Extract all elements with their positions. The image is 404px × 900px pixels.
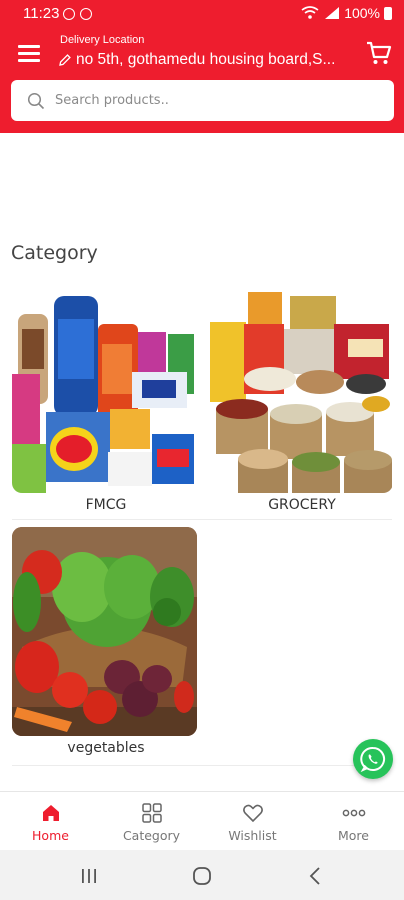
notification-icon xyxy=(80,8,92,20)
cart-icon[interactable] xyxy=(366,40,392,66)
battery-icon xyxy=(384,6,392,20)
vegetables-product-image xyxy=(12,527,197,736)
recent-apps-icon[interactable] xyxy=(80,867,98,885)
menu-icon[interactable] xyxy=(18,43,42,63)
signal-icon xyxy=(325,7,340,19)
search-bar[interactable] xyxy=(11,80,394,121)
row-divider xyxy=(12,519,392,520)
delivery-address: no 5th, gothamedu housing board,S... xyxy=(76,51,336,68)
category-card-vegetables[interactable]: vegetables xyxy=(12,527,200,756)
nav-item-more[interactable]: More xyxy=(303,792,404,849)
edit-pencil-icon xyxy=(59,54,71,66)
status-time: 11:23 xyxy=(23,5,60,22)
notification-icon xyxy=(63,8,75,20)
category-section-title: Category xyxy=(11,242,98,264)
nav-item-category[interactable]: Category xyxy=(101,792,202,849)
system-nav-bar xyxy=(0,850,404,900)
delivery-location[interactable]: no 5th, gothamedu housing board,S... xyxy=(58,50,335,70)
bottom-nav: Home Category Wishlist More xyxy=(0,791,404,849)
wifi-icon xyxy=(301,6,319,19)
category-label: GROCERY xyxy=(268,497,336,513)
battery-percent: 100% xyxy=(344,5,380,21)
category-card-fmcg[interactable]: FMCG xyxy=(12,284,200,513)
category-label: vegetables xyxy=(67,740,145,756)
nav-label: More xyxy=(338,828,369,843)
status-right: 100% xyxy=(300,5,392,21)
home-circle-icon[interactable] xyxy=(192,866,212,886)
nav-item-home[interactable]: Home xyxy=(0,792,101,849)
heart-icon xyxy=(242,804,263,823)
nav-label: Wishlist xyxy=(228,828,277,843)
grocery-product-image xyxy=(208,284,393,493)
app-header: 11:23 100% Delivery Location no 5th, got… xyxy=(0,0,404,133)
more-dots-icon xyxy=(342,809,365,817)
status-bar: 11:23 100% xyxy=(0,0,404,28)
row-divider xyxy=(12,765,392,766)
search-icon xyxy=(27,92,45,109)
back-icon[interactable] xyxy=(306,866,324,886)
whatsapp-button[interactable] xyxy=(353,739,393,779)
nav-label: Category xyxy=(122,828,181,843)
fmcg-product-image xyxy=(12,284,197,493)
app-screen: 11:23 100% Delivery Location no 5th, got… xyxy=(0,0,404,900)
category-label: FMCG xyxy=(85,497,127,513)
whatsapp-icon xyxy=(360,746,386,773)
nav-label: Home xyxy=(32,828,69,843)
search-input[interactable] xyxy=(55,93,355,108)
delivery-location-label: Delivery Location xyxy=(60,34,145,46)
grid-icon xyxy=(141,803,162,823)
nav-item-wishlist[interactable]: Wishlist xyxy=(202,792,303,849)
home-icon xyxy=(42,805,59,821)
category-card-grocery[interactable]: GROCERY xyxy=(208,284,396,513)
